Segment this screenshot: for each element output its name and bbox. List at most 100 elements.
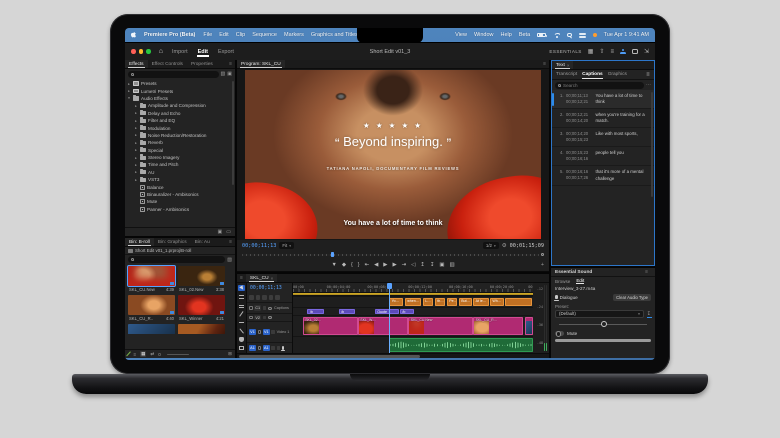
ripple-edit-tool[interactable] (238, 302, 245, 308)
wifi-icon[interactable] (553, 33, 560, 38)
comparison-view-icon[interactable]: ▥ (449, 262, 454, 268)
source-patch-v1[interactable]: V1 (249, 329, 256, 335)
track-select-tool[interactable] (238, 294, 245, 300)
caption-list-item[interactable]: 1.00;00;11;1300;00;12;21You have a lot o… (552, 90, 654, 109)
menubar-item-markers[interactable]: Markers (284, 32, 304, 38)
subtabs-more-icon[interactable]: ≣ (646, 72, 650, 78)
video-clip[interactable] (525, 317, 533, 335)
effects-tree-item[interactable]: ▸Filter and EQ (127, 117, 235, 124)
graphic-clip[interactable]: /b (400, 309, 414, 314)
scrollbar-thumb[interactable] (239, 355, 420, 358)
pen-tool[interactable] (238, 328, 245, 334)
tab-bin-b-roll[interactable]: Bin: B-roll (125, 238, 154, 246)
nest-icon[interactable] (249, 295, 254, 300)
button-editor-icon[interactable]: + (541, 262, 544, 268)
timeline-scrollbar[interactable] (237, 353, 549, 358)
video-clip[interactable]: SKL_CU.New (408, 317, 473, 335)
video-clip[interactable]: SKL_02… (303, 317, 358, 335)
record-dot-icon[interactable] (593, 33, 597, 37)
comments-icon[interactable] (632, 49, 638, 54)
caption-track-lane[interactable]: Yo…when…L…th…Pe…But…At le…Wh… (293, 296, 533, 307)
caption-clip[interactable]: Wh… (490, 298, 504, 306)
workspace-label[interactable]: ESSENTIALS (549, 49, 581, 54)
lock-icon[interactable] (258, 330, 262, 334)
mark-in-icon[interactable]: { (351, 262, 353, 268)
menubar-item-window[interactable]: Window (474, 32, 494, 38)
control-center-icon[interactable] (579, 33, 586, 38)
scrubber-end-handle[interactable] (541, 253, 544, 256)
track-chip-a1[interactable]: A1 (263, 345, 270, 351)
scrubber-track[interactable] (242, 254, 539, 256)
caption-clip[interactable]: But… (459, 298, 472, 306)
slip-tool[interactable] (238, 319, 245, 325)
audio-clip[interactable] (389, 338, 533, 352)
timeline-settings-icon[interactable] (275, 295, 280, 300)
loudness-slider[interactable] (559, 320, 647, 329)
source-patch-a1[interactable]: A1 (249, 345, 256, 351)
caption-text[interactable]: people tell you (596, 150, 653, 163)
step-forward-icon[interactable]: ▶ (392, 262, 396, 268)
track-chip-v2[interactable]: V2 (254, 315, 261, 321)
caption-scrollbar[interactable] (651, 92, 653, 197)
caption-clip[interactable]: L… (423, 298, 434, 306)
lock-icon[interactable] (249, 316, 253, 320)
menubar-item-sequence[interactable]: Sequence (252, 32, 277, 38)
timeline-timecode[interactable]: 00;00;11;13 (250, 286, 282, 291)
video-clip[interactable]: SKL_W… (358, 317, 408, 335)
list-view-icon[interactable]: ≡ (133, 352, 136, 357)
menubar-item-view[interactable]: View (455, 32, 467, 38)
effects-tree-item[interactable]: ▸Special (127, 147, 235, 154)
close-icon[interactable]: × (567, 63, 570, 68)
minimize-window-button[interactable] (139, 49, 144, 54)
zoom-tool[interactable] (238, 345, 245, 351)
preset-dropdown[interactable]: (Default)▾ (555, 310, 644, 318)
effects-tree-item[interactable]: ▸Modulation (127, 124, 235, 131)
effects-tree-item[interactable]: ▸Amplitude and Compression (127, 102, 235, 109)
menubar-item-graphics-and-titles[interactable]: Graphics and Titles (311, 32, 358, 38)
tab-effect-controls[interactable]: Effect Controls (148, 60, 187, 68)
step-back-icon[interactable]: ◀ (374, 262, 378, 268)
track-header-v2[interactable]: V2 (247, 313, 292, 321)
video1-track-lane[interactable]: SKL_02…SKL_W…SKL_CU.NewSKL_CU_R… (293, 315, 533, 336)
track-chip-v1[interactable]: V1 (263, 329, 270, 335)
caption-clip[interactable] (505, 298, 531, 306)
panel-menu-icon[interactable]: ≡ (226, 238, 235, 246)
lock-icon[interactable] (249, 306, 253, 310)
graphic-clip[interactable]: /b (307, 309, 324, 314)
menubar-app-name[interactable]: Premiere Pro (Beta) (144, 32, 195, 38)
new-bin-icon[interactable]: ▧ (221, 71, 226, 77)
more-options-icon[interactable]: ⋯ (646, 82, 651, 88)
snap-icon[interactable] (256, 295, 261, 300)
effects-scrollbar[interactable] (232, 81, 234, 185)
voiceover-mic-icon[interactable] (282, 346, 285, 350)
monitor-settings-icon[interactable]: ⚙ (502, 243, 507, 249)
effects-tree-item[interactable]: ▸Lumetri Presets (127, 87, 235, 94)
eye-icon[interactable] (268, 307, 272, 310)
apple-logo-icon[interactable] (131, 32, 137, 39)
project-clip[interactable] (128, 324, 175, 334)
audio1-track-lane[interactable] (293, 336, 533, 353)
panel-menu-icon[interactable]: ≡ (226, 60, 235, 68)
go-to-out-icon[interactable]: ⇥ (402, 262, 407, 268)
timeline-ruler[interactable]: 00;0000;00;04;0000;00;08;0000;00;12;0000… (293, 283, 533, 293)
caption-search-input[interactable]: Search (555, 82, 644, 89)
scrubber-playhead[interactable] (331, 252, 334, 256)
menubar-item-edit[interactable]: Edit (219, 32, 228, 38)
hand-tool[interactable] (238, 337, 245, 343)
export-frame-icon[interactable]: ▣ (439, 262, 444, 268)
edit-pencil-icon[interactable] (126, 351, 131, 356)
subtab-captions[interactable]: Captions (582, 70, 603, 80)
panel-menu-icon[interactable]: ≡ (540, 60, 549, 68)
panel-menu-icon[interactable]: ≡ (237, 274, 246, 282)
lock-icon[interactable] (258, 346, 262, 350)
caption-text[interactable]: You have a lot of time to think (596, 93, 653, 106)
video-clip[interactable]: SKL_CU_R… (473, 317, 523, 335)
eye-icon[interactable] (268, 316, 272, 319)
playback-resolution-dropdown[interactable]: 1/2▾ (483, 242, 499, 249)
shuttle-icon[interactable]: ⇄ (150, 351, 154, 357)
mute-icon[interactable]: ◁ (411, 262, 415, 268)
delete-icon[interactable]: ▭ (226, 229, 231, 235)
effects-search-input[interactable] (128, 71, 219, 78)
menubar-item-file[interactable]: File (203, 32, 212, 38)
mute-toggle[interactable] (555, 331, 564, 336)
